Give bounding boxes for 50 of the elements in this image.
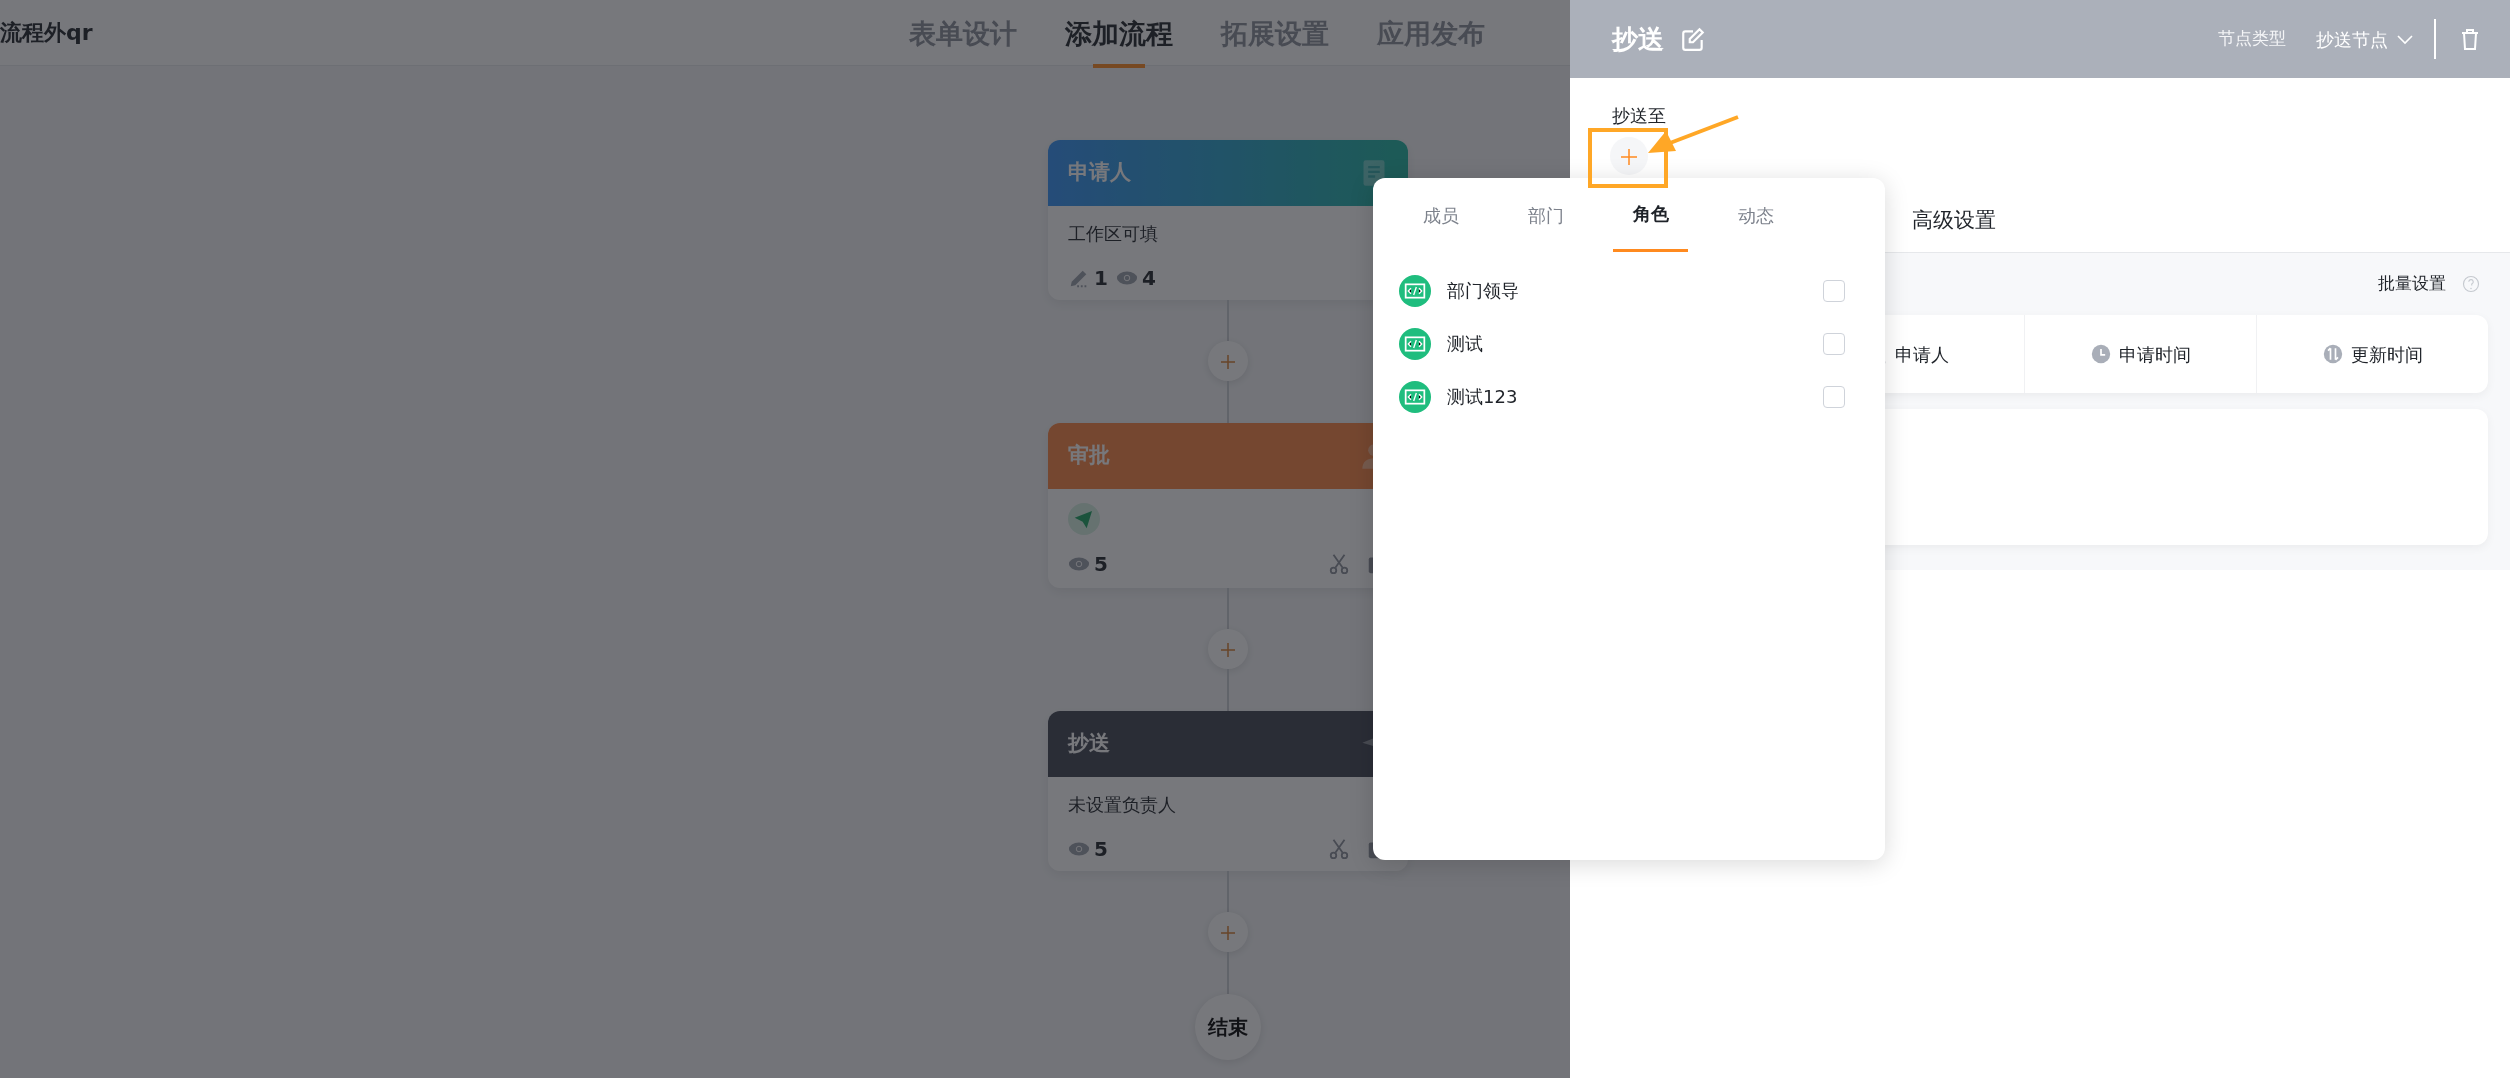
scissors-icon[interactable]: [1328, 838, 1350, 860]
column-label: 申请人: [1895, 342, 1949, 367]
add-recipient-button[interactable]: [1610, 137, 1648, 175]
stat-count: 5: [1094, 550, 1108, 578]
nav-tab[interactable]: 添加流程: [1064, 14, 1173, 67]
drawer-title: 抄送: [1612, 22, 1664, 56]
checkbox[interactable]: [1823, 279, 1845, 302]
plus-icon: [1221, 926, 1235, 940]
role-name[interactable]: 测试123: [1447, 383, 1807, 410]
add-node-button[interactable]: [1208, 341, 1248, 381]
picker-tab[interactable]: 动态: [1718, 200, 1793, 252]
column-label: 申请时间: [2118, 342, 2191, 367]
field-label: 抄送至: [1612, 104, 1667, 128]
clock-icon: [2090, 344, 2111, 364]
node-title: 申请人: [1068, 159, 1131, 187]
picker-tab[interactable]: 角色: [1613, 200, 1688, 252]
flow-node-card[interactable]: 申请人 工作区可填 1 4: [1048, 140, 1408, 300]
code-badge-icon: [1399, 327, 1431, 360]
node-title: 审批: [1068, 442, 1110, 470]
node-type-dropdown[interactable]: 抄送节点: [2310, 24, 2420, 54]
role-name[interactable]: 部门领导: [1447, 277, 1807, 304]
code-badge-icon: [1399, 380, 1431, 413]
app-title: 流程外qr: [0, 19, 93, 47]
edit-icon[interactable]: [1680, 26, 1706, 52]
node-description: 未设置负责人: [1068, 793, 1177, 817]
code-badge-icon: [1399, 274, 1431, 307]
checkbox[interactable]: [1823, 385, 1845, 408]
column-label: 更新时间: [2350, 342, 2423, 367]
stat-count: 1: [1094, 265, 1108, 292]
plus-icon: [1221, 643, 1235, 657]
node-description: 工作区可填: [1068, 222, 1159, 246]
picker-tab[interactable]: 部门: [1508, 200, 1583, 252]
help-icon[interactable]: [2462, 275, 2480, 293]
add-node-button[interactable]: [1208, 629, 1248, 669]
sort-icon: [2322, 344, 2343, 364]
end-node[interactable]: 结束: [1195, 994, 1261, 1060]
plus-icon: [1621, 149, 1637, 165]
add-node-button[interactable]: [1208, 912, 1248, 952]
batch-settings-link[interactable]: 批量设置: [2378, 271, 2446, 297]
checkbox[interactable]: [1823, 332, 1845, 355]
flow-node-card[interactable]: 抄送 未设置负责人 5: [1048, 711, 1408, 871]
settings-tab[interactable]: 高级设置: [1912, 205, 1996, 237]
plus-icon: [1221, 355, 1235, 369]
role-name[interactable]: 测试: [1447, 330, 1807, 357]
send-badge-icon: [1068, 503, 1100, 535]
node-title: 抄送: [1068, 730, 1110, 758]
stat-count: 5: [1094, 836, 1108, 863]
node-type-label: 节点类型: [2218, 27, 2286, 51]
stat-count: 4: [1141, 265, 1156, 292]
scissors-icon[interactable]: [1328, 552, 1350, 575]
